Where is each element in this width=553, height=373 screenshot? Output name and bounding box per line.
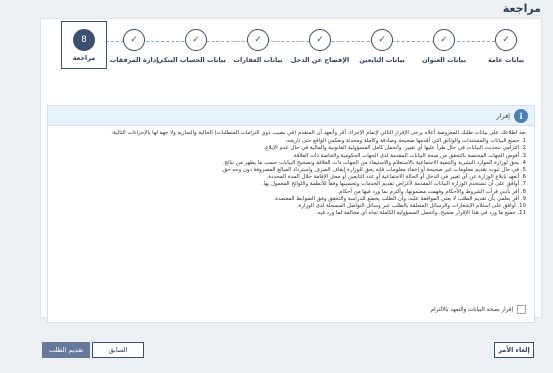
agree-label: إقرار بصحة البيانات والتعهد بالالتزام <box>430 306 513 313</box>
step-general-data[interactable]: ✓ بيانات عامة <box>476 29 536 79</box>
declaration-item: 7. أوافق على أن تستخدم الوزارة البيانات … <box>261 181 526 188</box>
step-label: الإفصاح عن الدخل <box>290 56 350 64</box>
step-real-estate-data[interactable]: ✓ بيانات العقارات <box>228 29 288 79</box>
agree-checkbox-row[interactable]: إقرار بصحة البيانات والتعهد بالالتزام <box>431 305 526 314</box>
declaration-item: 8. أقر بأنني قرأت الشروط والأحكام وفهمت … <box>337 188 526 195</box>
check-icon: ✓ <box>247 29 269 51</box>
declaration-intro: بعد اطلاعك على بيانات طلبك المعروضة أعلا… <box>111 130 526 136</box>
form-footer: إلغاء الأمر السابق تقديم الطلب <box>40 330 542 360</box>
step-attachments[interactable]: ✓ إدارة المرفقات <box>104 29 164 79</box>
check-icon: ✓ <box>433 29 455 51</box>
step-review[interactable]: 8 مراجعة <box>61 21 107 69</box>
step-address-data[interactable]: ✓ بيانات العنوان <box>414 29 474 79</box>
declaration-item: 11. جميع ما ورد في هذا الإقرار صحيح، وأت… <box>316 210 526 217</box>
review-page: مراجعة ✓ بيانات عامة ✓ بيانات العنوان ✓ … <box>0 0 553 373</box>
declaration-item: 4. يحق لوزارة الموارد البشرية والتنمية ا… <box>222 159 526 166</box>
step-bank-account-data[interactable]: ✓ بيانات الحساب البنكي <box>157 29 226 79</box>
declaration-title: إقرار <box>496 111 510 120</box>
agree-checkbox[interactable] <box>517 305 526 314</box>
page-title: مراجعة <box>502 2 541 15</box>
step-label: بيانات العقارات <box>233 56 283 64</box>
cancel-button[interactable]: إلغاء الأمر <box>494 342 534 358</box>
declaration-header: i إقرار <box>48 106 534 126</box>
step-label: إدارة المرفقات <box>109 56 159 64</box>
progress-stepper: ✓ بيانات عامة ✓ بيانات العنوان ✓ بيانات … <box>41 19 541 79</box>
declaration-list: 1. جميع البيانات والمستندات والوثائق الت… <box>56 138 526 217</box>
check-icon: ✓ <box>123 29 145 51</box>
declaration-item: 9. أقر بعلمي بأن تقديم الطلب لا يعني الم… <box>273 195 526 202</box>
check-icon: ✓ <box>185 29 207 51</box>
check-icon: ✓ <box>371 29 393 51</box>
declaration-item: 2. التزامي بتحديث البيانات في حال طرأ عل… <box>263 145 526 152</box>
submit-request-button[interactable]: تقديم الطلب <box>42 342 90 358</box>
declaration-item: 3. أفوض الجهات المختصة بالتحقق من صحة ال… <box>292 152 526 159</box>
step-dependents-data[interactable]: ✓ بيانات التابعين <box>352 29 412 79</box>
step-number: 8 <box>73 29 95 51</box>
step-label: بيانات التابعين <box>359 56 405 64</box>
step-label: بيانات الحساب البنكي <box>157 56 226 64</box>
review-card: ✓ بيانات عامة ✓ بيانات العنوان ✓ بيانات … <box>40 18 542 323</box>
declaration-panel: i إقرار بعد اطلاعك على بيانات طلبك المعر… <box>47 105 535 323</box>
check-icon: ✓ <box>309 29 331 51</box>
step-label: بيانات العنوان <box>421 56 467 64</box>
step-label: مراجعة <box>72 54 96 62</box>
check-icon: ✓ <box>495 29 517 51</box>
step-label: بيانات عامة <box>487 56 525 64</box>
previous-button[interactable]: السابق <box>92 342 144 358</box>
info-icon: i <box>514 108 528 123</box>
step-income-disclosure[interactable]: ✓ الإفصاح عن الدخل <box>290 29 350 79</box>
declaration-body: بعد اطلاعك على بيانات طلبك المعروضة أعلا… <box>48 126 534 217</box>
